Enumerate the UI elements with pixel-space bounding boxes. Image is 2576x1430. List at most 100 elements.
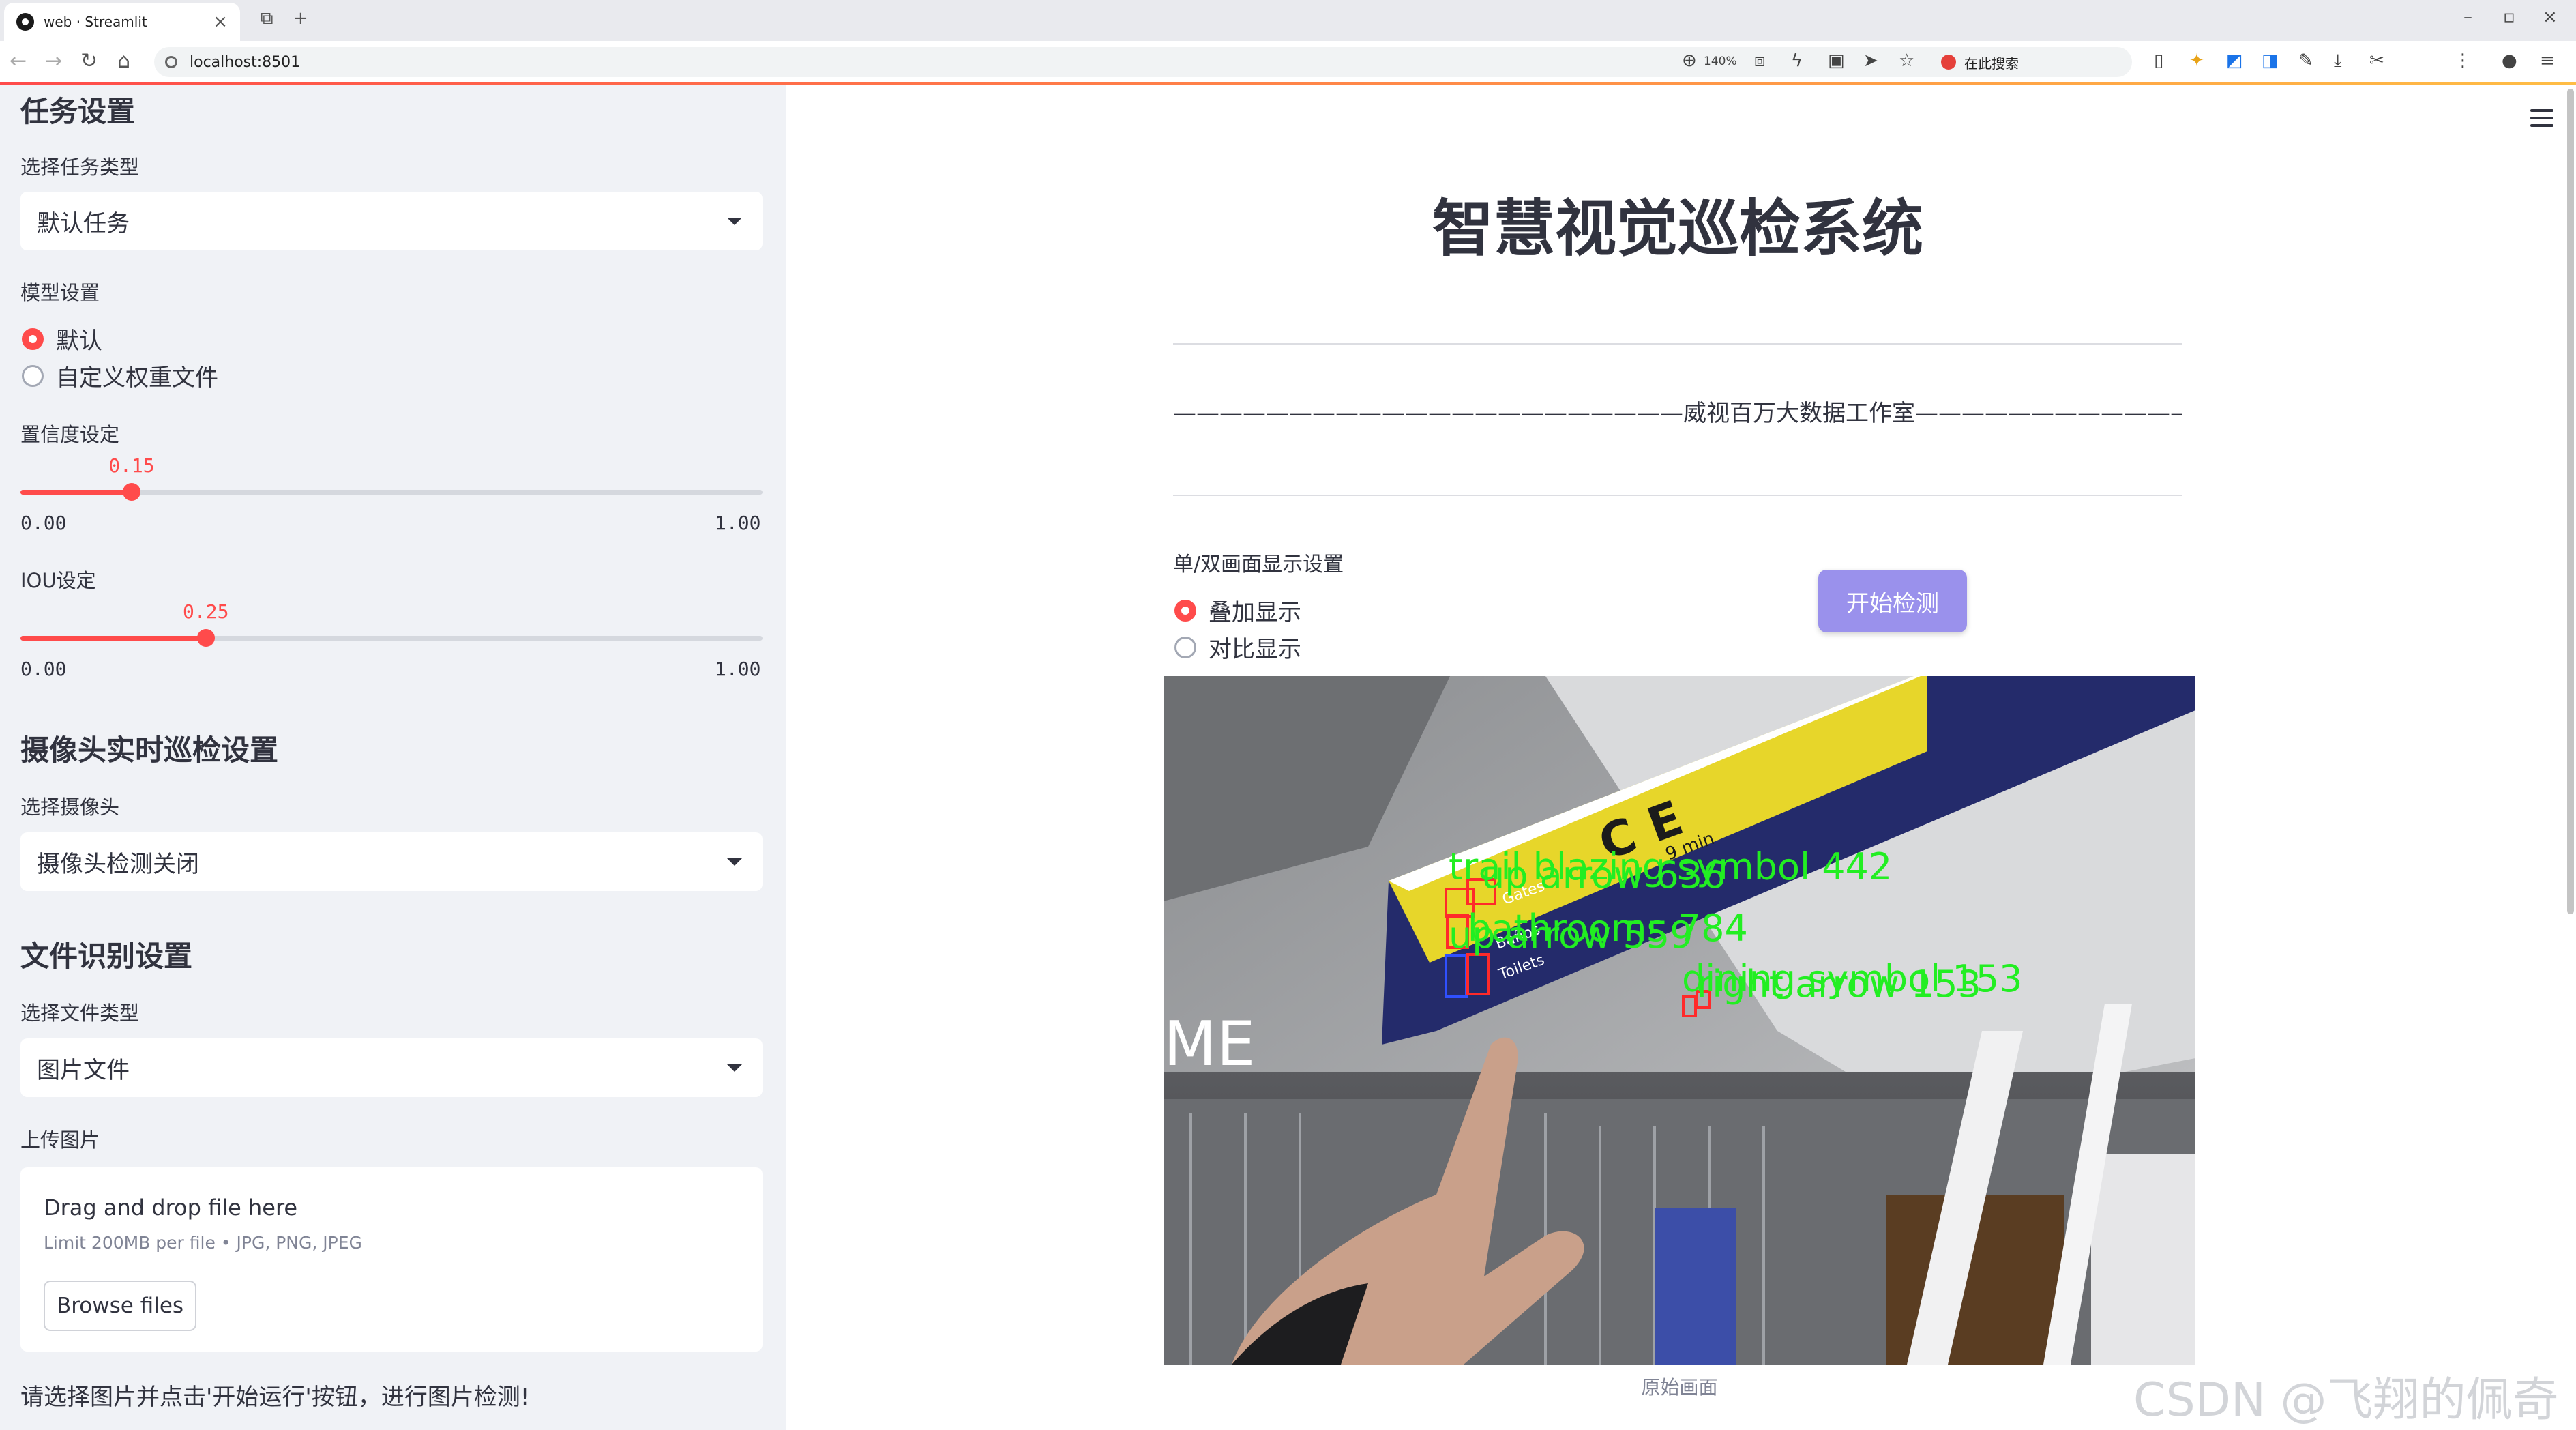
- more-menu-icon[interactable]: ⋮: [2454, 50, 2472, 71]
- browse-files-button[interactable]: Browse files: [44, 1281, 196, 1331]
- model-settings-label: 模型设置: [20, 281, 100, 304]
- profile-avatar-icon[interactable]: ●: [2502, 50, 2517, 71]
- reload-icon[interactable]: ↻: [80, 49, 98, 73]
- model-radio-default[interactable]: 默认: [22, 322, 102, 355]
- minimize-icon[interactable]: –: [2463, 7, 2472, 27]
- sign-me: ME: [1164, 1008, 1256, 1080]
- chevron-down-icon: [727, 218, 742, 225]
- confidence-label: 置信度设定: [20, 423, 120, 446]
- iou-slider-fill: [20, 636, 206, 641]
- cut-tool-icon[interactable]: ✂: [2369, 50, 2384, 71]
- lightning-icon[interactable]: ϟ: [1791, 50, 1803, 71]
- radio-unselected-icon[interactable]: [1174, 636, 1196, 658]
- confidence-slider-fill: [20, 490, 132, 495]
- divider-bottom: [1173, 495, 2182, 496]
- start-detection-button[interactable]: 开始检测: [1818, 570, 1967, 632]
- model-option-label: 自定义权重文件: [56, 364, 218, 392]
- browser-tab-active[interactable]: web · Streamlit ×: [4, 3, 240, 41]
- confidence-min: 0.00: [20, 512, 67, 534]
- iou-slider-thumb[interactable]: [197, 629, 215, 647]
- page-title: 智慧视觉巡检系统: [1432, 193, 1923, 265]
- file-type-label: 选择文件类型: [20, 1002, 140, 1025]
- sidebar: 任务设置 选择任务类型 默认任务 模型设置 默认 自定义权重文件 置信度设定 0…: [0, 85, 786, 1430]
- translate-icon[interactable]: ⧈: [1754, 50, 1766, 72]
- camera-settings-heading: 摄像头实时巡检设置: [20, 733, 279, 767]
- zoom-level: 140%: [1704, 55, 1737, 68]
- chevron-down-icon: [727, 1064, 742, 1072]
- page-scrollbar[interactable]: [2567, 89, 2574, 914]
- pen-extension-icon[interactable]: ✎: [2298, 50, 2313, 71]
- file-type-select[interactable]: 图片文件: [20, 1038, 763, 1097]
- search-placeholder: 在此搜索: [1964, 55, 2019, 72]
- image-caption: 原始画面: [1641, 1376, 1718, 1399]
- share-icon[interactable]: ➤: [1863, 50, 1878, 71]
- task-settings-heading: 任务设置: [20, 95, 136, 128]
- detection-result-image: C E 9 min Gates Baños Toilets ME trail b…: [1164, 676, 2195, 1365]
- display-option-label: 叠加显示: [1209, 599, 1301, 626]
- close-window-icon[interactable]: ×: [2543, 7, 2558, 27]
- back-icon[interactable]: ←: [10, 49, 27, 73]
- tab-title: web · Streamlit: [44, 14, 147, 30]
- display-option-label: 对比显示: [1209, 636, 1301, 663]
- camera-select[interactable]: 摄像头检测关闭: [20, 832, 763, 891]
- file-settings-heading: 文件识别设置: [20, 939, 193, 973]
- browser-tab-bar: web · Streamlit × ⧉ + – ▫ ×: [0, 0, 2576, 41]
- iou-value: 0.25: [183, 600, 229, 623]
- search-engine-icon: [1941, 55, 1956, 70]
- browser-menu-icon[interactable]: ≡: [2540, 50, 2555, 71]
- iou-label: IOU设定: [20, 569, 96, 592]
- radio-selected-icon[interactable]: [22, 327, 44, 350]
- radio-unselected-icon[interactable]: [22, 364, 44, 387]
- model-radio-custom[interactable]: 自定义权重文件: [22, 359, 218, 392]
- airport-scene-image: C E 9 min Gates Baños Toilets ME trail b…: [1164, 676, 2195, 1365]
- screenshot-icon[interactable]: ▣: [1828, 50, 1845, 71]
- iou-min: 0.00: [20, 658, 67, 680]
- confidence-slider[interactable]: [20, 483, 763, 501]
- address-bar: ← → ↻ ⌂ localhost:8501 ⊕ 140% ⧈ ϟ ▣ ➤ ☆ …: [0, 41, 2576, 83]
- download-icon[interactable]: ⤓: [2334, 50, 2342, 72]
- chevron-down-icon: [727, 858, 742, 866]
- model-option-label: 默认: [56, 327, 102, 355]
- device-icon[interactable]: ▯: [2154, 50, 2163, 71]
- csdn-watermark: CSDN @飞翔的佩奇: [2133, 1373, 2559, 1427]
- task-type-select[interactable]: 默认任务: [20, 192, 763, 250]
- iou-max: 1.00: [715, 658, 761, 680]
- detection-label: right arrow 153: [1697, 963, 1981, 1006]
- detection-label: up arrow 636: [1481, 853, 1726, 896]
- translate-extension-icon[interactable]: ◨: [2262, 50, 2279, 71]
- camera-select-label: 选择摄像头: [20, 796, 120, 819]
- upload-limit-text: Limit 200MB per file • JPG, PNG, JPEG: [44, 1233, 362, 1253]
- site-info-icon[interactable]: [165, 56, 177, 68]
- forward-icon[interactable]: →: [45, 49, 62, 73]
- display-radio-overlay[interactable]: 叠加显示: [1174, 594, 1301, 627]
- browser-search-box[interactable]: 在此搜索: [1941, 50, 2132, 74]
- studio-banner-text: ——————————————————————威视百万大数据工作室————————…: [1173, 400, 2182, 427]
- url-text: localhost:8501: [190, 53, 301, 71]
- radio-selected-icon[interactable]: [1174, 599, 1196, 622]
- close-tab-icon[interactable]: ×: [213, 12, 228, 32]
- iou-slider[interactable]: [20, 629, 763, 647]
- extension-icon[interactable]: ◩: [2226, 50, 2243, 71]
- app-menu-icon[interactable]: [2530, 109, 2553, 127]
- task-type-label: 选择任务类型: [20, 156, 140, 179]
- file-uploader-dropzone[interactable]: Drag and drop file here Limit 200MB per …: [20, 1167, 763, 1352]
- task-type-value: 默认任务: [37, 209, 130, 237]
- detection-label: up arrow 559: [1449, 914, 1693, 957]
- confidence-slider-thumb[interactable]: [123, 483, 141, 501]
- home-icon[interactable]: ⌂: [117, 49, 130, 73]
- divider-top: [1173, 343, 2182, 345]
- new-tab-icon[interactable]: +: [293, 8, 308, 29]
- streamlit-favicon-icon: [16, 13, 34, 31]
- display-radio-compare[interactable]: 对比显示: [1174, 630, 1301, 664]
- file-type-value: 图片文件: [37, 1056, 130, 1084]
- sidebar-instruction-text: 请选择图片并点击'开始运行'按钮，进行图片检测!: [20, 1384, 530, 1411]
- ai-assistant-icon[interactable]: ✦: [2189, 50, 2204, 71]
- confidence-value: 0.15: [108, 454, 155, 477]
- tab-group-icon[interactable]: ⧉: [261, 8, 273, 29]
- camera-select-value: 摄像头检测关闭: [37, 850, 199, 878]
- bookmark-star-icon[interactable]: ☆: [1899, 50, 1914, 71]
- zoom-icon[interactable]: ⊕: [1682, 50, 1697, 71]
- restore-icon[interactable]: ▫: [2503, 7, 2515, 27]
- display-mode-label: 单/双画面显示设置: [1173, 553, 1344, 577]
- confidence-max: 1.00: [715, 512, 761, 534]
